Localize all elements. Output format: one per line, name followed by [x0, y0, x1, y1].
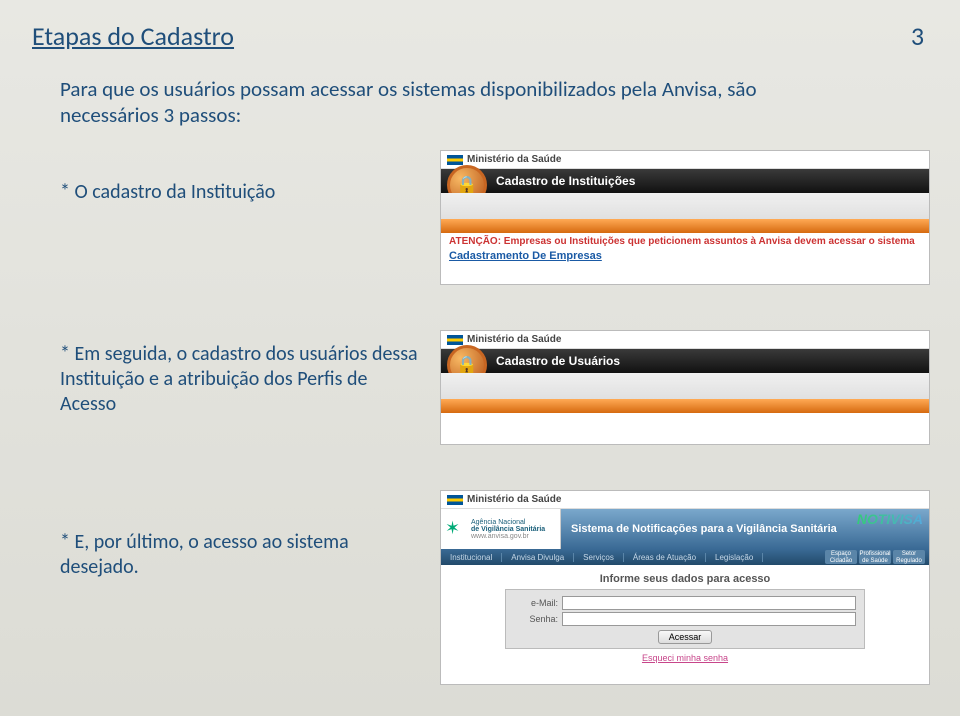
ministry-label: Ministério da Saúde	[467, 154, 561, 165]
screenshot-cadastro-usuarios: Ministério da Saúde 🔒 Cadastro de Usuári…	[440, 330, 930, 445]
slide-title: Etapas do Cadastro	[32, 20, 234, 52]
screenshot-notivisa-login: Ministério da Saúde ✶ Agência Nacional d…	[440, 490, 930, 685]
panel-body-gradient	[441, 193, 929, 233]
icon-setor-regulado[interactable]: Setor Regulado	[893, 550, 925, 564]
panel-body-gradient	[441, 373, 929, 413]
intro-text: Para que os usuários possam acessar os s…	[60, 76, 800, 129]
cadastramento-empresas-link[interactable]: Cadastramento De Empresas	[441, 250, 929, 266]
brazil-flag-icon	[447, 155, 463, 165]
system-title-bar: Sistema de Notificações para a Vigilânci…	[561, 509, 929, 549]
page-number: 3	[911, 20, 924, 52]
brazil-flag-icon	[447, 335, 463, 345]
tab-institucional[interactable]: Institucional	[441, 553, 502, 562]
tab-servicos[interactable]: Serviços	[574, 553, 624, 562]
senha-field[interactable]	[562, 612, 856, 626]
attention-text: ATENÇÃO: Empresas ou Instituições que pe…	[441, 233, 929, 250]
agency-line2: de Vigilância Sanitária	[471, 526, 545, 533]
tab-areas-atuacao[interactable]: Áreas de Atuação	[624, 553, 706, 562]
forgot-password-link[interactable]: Esqueci minha senha	[642, 653, 728, 663]
agency-line1: Agência Nacional	[471, 519, 545, 526]
panel-header-text: Cadastro de Instituições	[496, 174, 635, 188]
panel-header: 🔒 Cadastro de Usuários	[441, 349, 929, 373]
tab-anvisa-divulga[interactable]: Anvisa Divulga	[502, 553, 574, 562]
tab-legislacao[interactable]: Legislação	[706, 553, 763, 562]
email-field[interactable]	[562, 596, 856, 610]
notivisa-brand-logo: NOTIVISA	[857, 511, 923, 527]
panel-header-text: Cadastro de Usuários	[496, 354, 620, 368]
panel-header: 🔒 Cadastro de Instituições	[441, 169, 929, 193]
step-3-text: * E, por último, o acesso ao sistema des…	[60, 530, 420, 580]
icon-profissional-saude[interactable]: Profissional de Saúde	[859, 550, 891, 564]
agency-url: www.anvisa.gov.br	[471, 533, 545, 540]
ministry-bar: Ministério da Saúde	[441, 151, 929, 169]
anvisa-header-row: ✶ Agência Nacional de Vigilância Sanitár…	[441, 509, 929, 549]
step-2-text: * Em seguida, o cadastro dos usuários de…	[60, 342, 420, 417]
screenshot-cadastro-instituicoes: Ministério da Saúde 🔒 Cadastro de Instit…	[440, 150, 930, 285]
acessar-button[interactable]: Acessar	[658, 630, 713, 644]
ministry-bar: Ministério da Saúde	[441, 491, 929, 509]
brazil-flag-icon	[447, 495, 463, 505]
login-form-title: Informe seus dados para acesso	[441, 565, 929, 589]
nav-tabs: Institucional Anvisa Divulga Serviços Ár…	[441, 549, 929, 565]
ministry-bar: Ministério da Saúde	[441, 331, 929, 349]
icon-espaco-cidadao[interactable]: Espaço Cidadão	[825, 550, 857, 564]
ministry-label: Ministério da Saúde	[467, 494, 561, 505]
anvisa-logo: ✶ Agência Nacional de Vigilância Sanitár…	[441, 509, 561, 549]
ministry-label: Ministério da Saúde	[467, 334, 561, 345]
system-title: Sistema de Notificações para a Vigilânci…	[571, 523, 837, 535]
email-label: e-Mail:	[514, 598, 562, 608]
login-form: e-Mail: Senha: Acessar	[505, 589, 865, 649]
anvisa-star-icon: ✶	[445, 518, 467, 540]
senha-label: Senha:	[514, 614, 562, 624]
step-1-text: * O cadastro da Instituição	[60, 180, 420, 205]
